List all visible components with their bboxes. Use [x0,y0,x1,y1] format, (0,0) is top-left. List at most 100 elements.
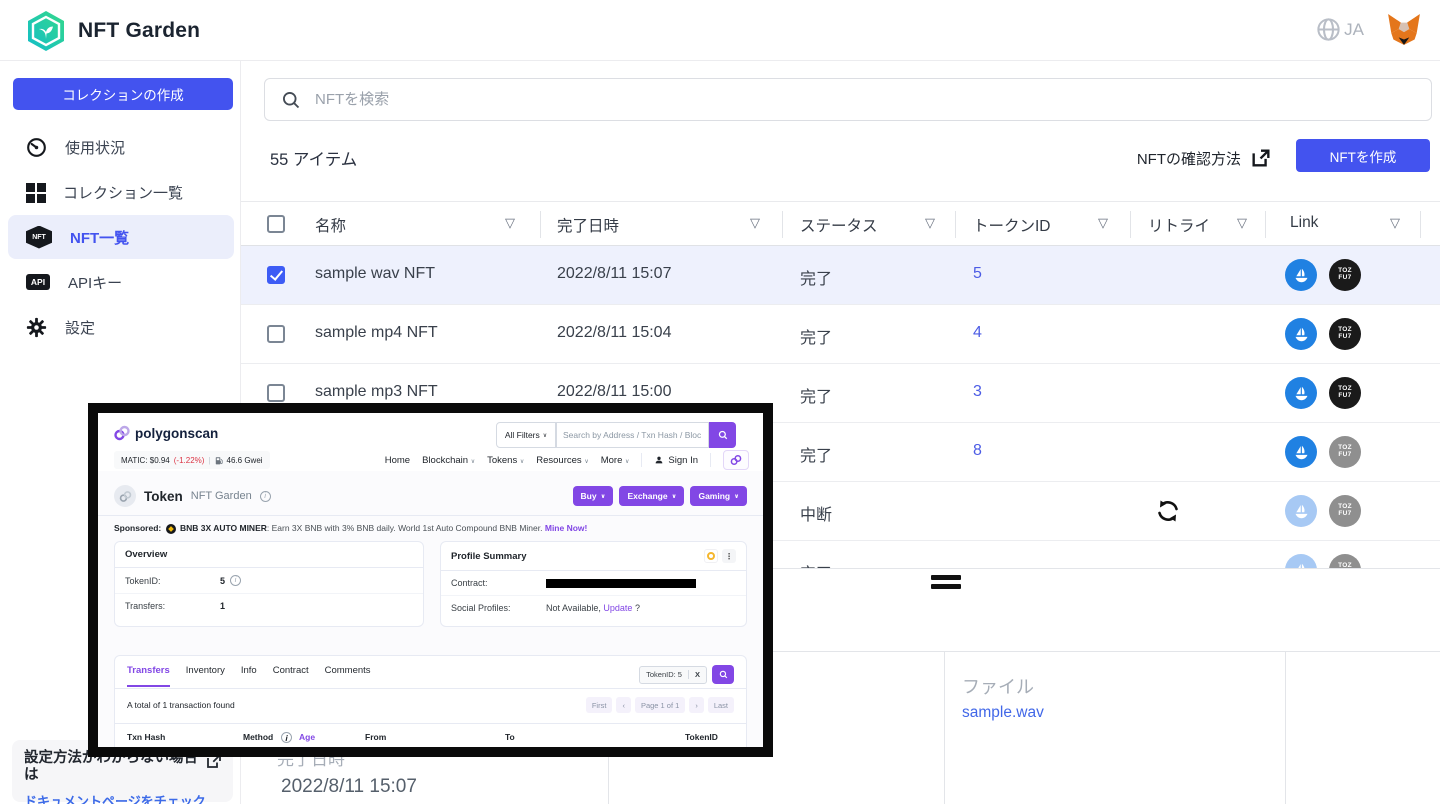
column-divider [1265,211,1266,238]
table-row[interactable]: sample mp4 NFT 2022/8/11 15:04 完了 4 TOZF… [241,305,1440,364]
row-checkbox[interactable] [267,266,285,284]
token-id-link[interactable]: 5 [973,265,982,283]
token-id-link[interactable]: 3 [973,383,982,401]
create-nft-button[interactable]: NFTを作成 [1296,139,1430,172]
social-profiles-row: Social Profiles: Not Available, Update ? [441,596,746,620]
all-filters-dropdown: All Filters∨ [496,422,556,448]
info-icon: i [260,491,271,502]
search-input[interactable] [315,91,1415,108]
column-token-id: トークンID [973,214,1051,236]
column-divider [1130,211,1131,238]
row-checkbox[interactable] [267,384,285,402]
polygonscan-screenshot-popup: polygonscan All Filters∨ Search by Addre… [88,403,773,757]
nav-resources: Resources ∨ [536,455,588,466]
sidebar-item-api-key[interactable]: API APIキー [8,260,234,304]
retry-icon[interactable] [1154,497,1182,525]
status-ring-icon [704,549,718,563]
polygonscan-brand: polygonscan [135,426,218,441]
search-icon [281,90,301,110]
filter-icon[interactable]: ▽ [1098,215,1108,231]
token-name: NFT Garden [191,490,252,502]
transfers-panel: Transfers Inventory Info Contract Commen… [114,655,747,747]
col-age: Age [299,732,315,742]
polygon-icon [119,490,132,503]
language-switcher[interactable]: JA [1315,16,1364,43]
sidebar-item-usage[interactable]: 使用状況 [8,125,234,169]
gas-pump-icon [215,456,223,465]
status: 中断 [800,501,832,525]
sidebar-item-nft-list[interactable]: NFT NFT一覧 [8,215,234,259]
token-avatar [114,485,136,507]
sign-in-link: Sign In [654,455,698,466]
docs-link[interactable]: ドキュメントページをチェック [24,791,221,804]
sidebar-item-label: 使用状況 [65,137,125,158]
gas-price: 46.6 Gwei [227,456,263,465]
table-header: 名称 ▽ 完了日時 ▽ ステータス ▽ トークンID ▽ リトライ ▽ Link… [241,201,1440,246]
tofunft-icon[interactable]: TOZFU7 [1329,259,1361,291]
nft-search[interactable] [264,78,1432,121]
tab-contract: Contract [273,665,309,685]
tofunft-icon[interactable]: TOZFU7 [1329,318,1361,350]
language-label: JA [1344,20,1364,40]
token-title-row: Token NFT Garden i [114,483,271,509]
status: 完了 [800,265,832,289]
filter-icon[interactable]: ▽ [1237,215,1247,231]
nav-tokens: Tokens ∨ [487,455,524,466]
row-checkbox[interactable] [267,325,285,343]
detail-file-link[interactable]: sample.wav [962,704,1044,722]
filter-icon[interactable]: ▽ [505,215,515,231]
opensea-icon[interactable] [1285,436,1317,468]
polygonscan-nav: Home Blockchain ∨ Tokens ∨ Resources ∨ M… [385,450,749,470]
person-icon [654,455,664,465]
buy-button: Buy∨ [573,486,614,506]
tofunft-icon[interactable]: TOZFU7 [1329,436,1361,468]
external-link-icon [1250,147,1272,169]
col-from: From [365,732,386,742]
opensea-icon[interactable] [1285,259,1317,291]
sidebar-item-settings[interactable]: 設定 [8,305,234,349]
filter-icon[interactable]: ▽ [750,215,760,231]
matic-change: (-1.22%) [174,456,205,465]
api-icon: API [26,274,50,290]
polygonscan-logo-icon [114,425,130,441]
bnb-coin-icon [166,524,176,534]
opensea-icon[interactable] [1285,318,1317,350]
search-icon [718,430,728,440]
tofunft-icon[interactable]: TOZFU7 [1329,377,1361,409]
tofunft-icon[interactable]: TOZFU7 [1329,495,1361,527]
col-token-id: TokenID [685,732,718,742]
column-date: 完了日時 [557,214,619,236]
column-divider [955,211,956,238]
filter-icon[interactable]: ▽ [1390,215,1400,231]
select-all-checkbox[interactable] [267,215,285,233]
page-prev-icon: ‹ [616,697,631,713]
page-first: First [586,697,613,713]
redacted-contract-address [546,579,696,588]
mine-now-link: Mine Now! [545,523,588,533]
page-next-icon: › [689,697,704,713]
token-id-link[interactable]: 4 [973,324,982,342]
market-buttons: Buy∨ Exchange∨ Gaming∨ [573,486,748,506]
more-options-icon: ⋮ [722,549,736,563]
token-id-link[interactable]: 8 [973,442,982,460]
sponsored-banner: Sponsored: BNB 3X AUTO MINER: Earn 3X BN… [114,523,754,534]
sidebar-item-collections[interactable]: コレクション一覧 [8,170,234,214]
how-to-check-nft-link[interactable]: NFTの確認方法 [1137,147,1272,169]
column-divider [782,211,783,238]
status: 完了 [800,324,832,348]
exchange-button: Exchange∨ [619,486,684,506]
opensea-icon[interactable] [1285,495,1317,527]
network-switch-button [723,450,749,470]
tab-transfers: Transfers [127,665,170,687]
polygonscan-search-input: Search by Address / Txn Hash / Bloc [556,422,709,448]
create-collection-button[interactable]: コレクションの作成 [13,78,233,110]
detail-file-label: ファイル [962,673,1034,699]
table-row[interactable]: sample wav NFT 2022/8/11 15:07 完了 5 TOZF… [241,246,1440,305]
token-label: Token [144,489,183,504]
opensea-icon[interactable] [1285,377,1317,409]
metamask-icon[interactable] [1386,13,1422,47]
completed-date: 2022/8/11 15:07 [557,265,671,283]
update-link: Update [603,603,632,613]
filter-icon[interactable]: ▽ [925,215,935,231]
drawer-handle-icon[interactable] [931,575,961,593]
